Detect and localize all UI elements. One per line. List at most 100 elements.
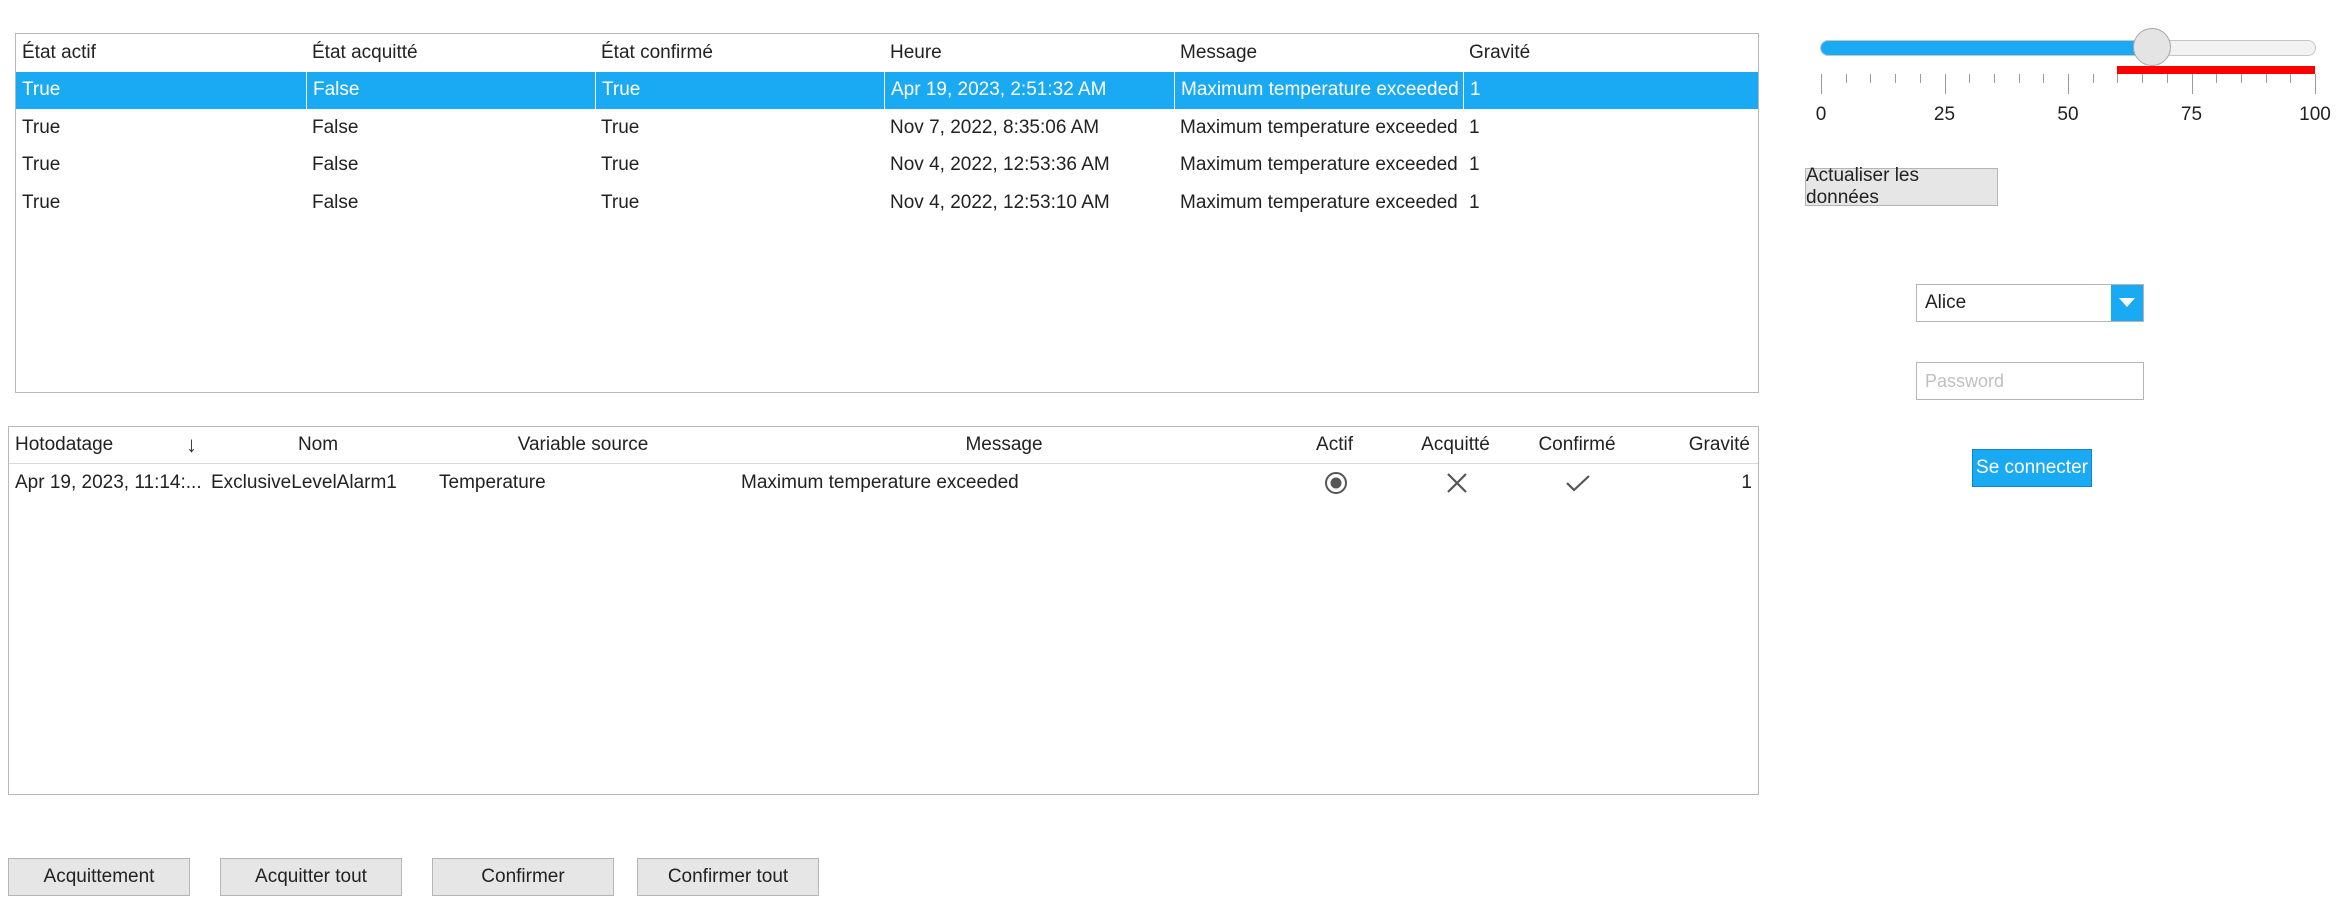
cell-severity: 1 (1741, 472, 1752, 493)
alarm-grid-header: État actif État acquitté État confirmé H… (16, 34, 1758, 72)
refresh-data-button[interactable]: Actualiser les données (1805, 165, 1998, 208)
header-timestamp-label: Hotodatage (15, 434, 114, 455)
header-gravite[interactable]: Gravité (1463, 34, 1758, 72)
user-dropdown-value: Alice (1925, 292, 1967, 313)
header-etat-actif[interactable]: État actif (16, 34, 306, 72)
check-icon (1566, 475, 1590, 492)
slider-track[interactable] (1820, 40, 2316, 56)
cell-message: Maximum temperature exceeded (741, 472, 1019, 493)
slider-tick (1944, 74, 1946, 94)
slider-tick (2216, 74, 2218, 83)
header-message[interactable]: Message (1174, 34, 1463, 72)
slider-tick (2142, 74, 2144, 83)
cell-time: Nov 4, 2022, 12:53:36 AM (890, 154, 1110, 176)
cell-message: Maximum temperature exceeded (1180, 191, 1458, 213)
value-slider[interactable]: 0 25 50 75 100 (1815, 28, 2331, 130)
slider-tick (2240, 74, 2242, 83)
cell-time: Nov 7, 2022, 8:35:06 AM (890, 116, 1100, 138)
alarm-banner-header: Hotodatage ↓ Nom Variable source Message… (9, 427, 1758, 464)
slider-handle[interactable] (2132, 28, 2171, 66)
alarm-grid-row[interactable]: True False True Nov 7, 2022, 8:35:06 AM … (16, 109, 1758, 147)
slider-tick-label: 75 (2180, 104, 2203, 125)
slider-tick (2043, 74, 2045, 83)
cell-active: True (22, 79, 61, 101)
slider-tick (1845, 74, 1847, 83)
cell-confirmed: True (595, 71, 884, 109)
acknowledge-all-button[interactable]: Acquitter tout (220, 858, 402, 896)
cell-active (1275, 464, 1396, 502)
cell-name: ExclusiveLevelAlarm1 (211, 472, 397, 493)
slider-alarm-zone (2117, 66, 2315, 74)
acknowledge-button[interactable]: Acquittement (8, 858, 190, 896)
cell-confirmed: True (601, 191, 640, 213)
header-gravite[interactable]: Gravité (1639, 427, 1758, 463)
slider-tick-label: 25 (1933, 104, 1956, 125)
header-nom[interactable]: Nom (205, 427, 433, 463)
slider-tick (1993, 74, 1995, 83)
cell-severity: 1 (1469, 191, 1480, 213)
cell-severity: 1 (1463, 71, 1758, 109)
connect-button[interactable]: Se connecter (1972, 449, 2092, 487)
cell-message: Maximum temperature exceeded (1180, 116, 1458, 138)
cell-acked: False (312, 191, 359, 213)
cell-timestamp: Apr 19, 2023, 11:14:... (15, 472, 202, 493)
header-etat-confirme[interactable]: État confirmé (595, 34, 884, 72)
slider-tick (2018, 74, 2020, 83)
slider-tick (2315, 74, 2316, 94)
slider-tick-label: 50 (2057, 104, 2079, 125)
cell-acked: False (312, 116, 359, 138)
cross-icon (1446, 473, 1467, 493)
radio-selected-icon (1324, 472, 1347, 494)
sort-down-arrow-icon[interactable]: ↓ (186, 432, 197, 458)
header-timestamp[interactable]: Hotodatage ↓ (9, 427, 205, 463)
slider-tick (1821, 74, 1822, 94)
password-field[interactable] (1916, 362, 2144, 400)
cell-message: Maximum temperature exceeded (1180, 154, 1458, 176)
alarm-grid-row[interactable]: True False True Nov 4, 2022, 12:53:36 AM… (16, 147, 1758, 185)
slider-tick (1895, 74, 1897, 83)
chevron-down-icon[interactable] (2111, 285, 2143, 321)
cell-confirmed (1517, 464, 1639, 502)
slider-tick (2092, 74, 2094, 83)
slider-tick (1919, 74, 1921, 83)
slider-tick (1969, 74, 1971, 83)
user-dropdown[interactable]: Alice (1916, 284, 2144, 322)
alarm-banner-row[interactable]: Apr 19, 2023, 11:14:... ExclusiveLevelAl… (9, 464, 1758, 502)
cell-acked: False (312, 154, 359, 176)
slider-tick (2290, 74, 2292, 83)
cell-acked: False (306, 71, 595, 109)
header-confirme[interactable]: Confirmé (1517, 427, 1639, 463)
alarm-grid-row[interactable]: True False True Apr 19, 2023, 2:51:32 AM… (16, 71, 1758, 109)
cell-active: True (22, 191, 61, 213)
slider-tick-label: 100 (2299, 104, 2331, 125)
cell-confirmed: True (601, 116, 640, 138)
confirm-all-button[interactable]: Confirmer tout (637, 858, 819, 896)
slider-tick (2265, 74, 2267, 83)
header-actif[interactable]: Actif (1275, 427, 1396, 463)
confirm-button[interactable]: Confirmer (432, 858, 614, 896)
alarm-grid: État actif État acquitté État confirmé H… (15, 33, 1759, 393)
alarm-banner: Hotodatage ↓ Nom Variable source Message… (8, 426, 1759, 795)
cell-acked (1396, 464, 1517, 502)
header-etat-acquitte[interactable]: État acquitté (306, 34, 595, 72)
slider-tick (2166, 74, 2168, 83)
slider-tick (2191, 74, 2193, 94)
slider-tick (1870, 74, 1872, 83)
slider-fill (1821, 41, 2152, 55)
header-heure[interactable]: Heure (884, 34, 1174, 72)
header-message[interactable]: Message (735, 427, 1275, 463)
header-variable-source[interactable]: Variable source (433, 427, 735, 463)
cell-source: Temperature (439, 472, 546, 493)
cell-time: Nov 4, 2022, 12:53:10 AM (890, 191, 1110, 213)
cell-severity: 1 (1469, 154, 1480, 176)
slider-tick-label: 0 (1815, 104, 1827, 125)
cell-active: True (22, 154, 61, 176)
alarm-grid-row[interactable]: True False True Nov 4, 2022, 12:53:10 AM… (16, 184, 1758, 222)
header-acquitte[interactable]: Acquitté (1396, 427, 1517, 463)
cell-active: True (22, 116, 61, 138)
cell-message: Maximum temperature exceeded (1174, 71, 1463, 109)
cell-severity: 1 (1469, 116, 1480, 138)
cell-time: Apr 19, 2023, 2:51:32 AM (884, 71, 1174, 109)
cell-confirmed: True (601, 154, 640, 176)
slider-tick (2117, 74, 2119, 83)
